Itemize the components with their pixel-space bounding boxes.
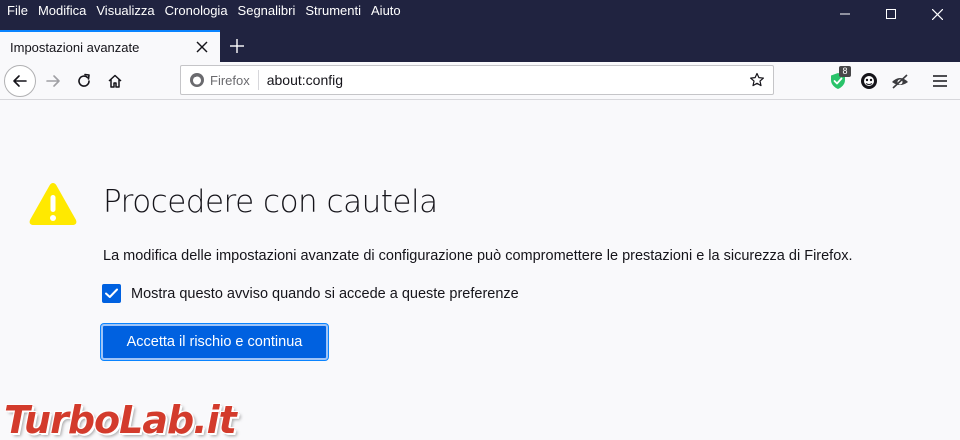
checkmark-icon	[105, 288, 118, 298]
home-icon	[108, 74, 122, 88]
plus-icon	[230, 39, 244, 53]
reload-button[interactable]	[68, 65, 100, 97]
warning-description: La modifica delle impostazioni avanzate …	[103, 248, 853, 264]
extension-shield-button[interactable]: 8	[823, 66, 853, 96]
warning-icon	[29, 183, 77, 225]
ghost-icon	[861, 73, 877, 89]
firefox-logo-icon	[190, 73, 204, 87]
new-tab-button[interactable]	[224, 33, 250, 59]
maximize-button[interactable]	[868, 0, 914, 28]
menu-segnalibri[interactable]: Segnalibri	[233, 0, 301, 22]
menu-file[interactable]: File	[0, 0, 33, 22]
window-controls	[822, 0, 960, 28]
page-content: Procedere con cautela La modifica delle …	[0, 101, 960, 440]
star-icon	[750, 72, 764, 87]
maximize-icon	[886, 9, 896, 19]
minimize-icon	[840, 13, 850, 15]
tab-title: Impostazioni avanzate	[10, 39, 140, 55]
page-title: Procedere con cautela	[103, 184, 438, 220]
url-bar[interactable]: Firefox about:config	[180, 65, 774, 95]
hidden-eye-icon	[892, 74, 908, 89]
arrow-left-icon	[13, 75, 27, 87]
show-warning-option: Mostra questo avviso quando si accede a …	[102, 284, 519, 303]
hamburger-menu-icon	[933, 75, 947, 87]
close-icon	[931, 8, 943, 20]
tab-active[interactable]: Impostazioni avanzate	[0, 30, 220, 62]
close-icon	[196, 41, 208, 53]
accept-risk-button[interactable]: Accetta il rischio e continua	[101, 324, 328, 360]
home-button[interactable]	[99, 65, 131, 97]
bookmark-star-button[interactable]	[743, 66, 771, 94]
menu-modifica[interactable]: Modifica	[33, 0, 91, 22]
reload-icon	[78, 73, 90, 87]
title-bar: File Modifica Visualizza Cronologia Segn…	[0, 0, 960, 62]
hamburger-menu-button[interactable]	[925, 66, 955, 96]
identity-label: Firefox	[210, 72, 250, 88]
forward-button[interactable]	[37, 65, 69, 97]
url-input[interactable]: about:config	[267, 72, 743, 88]
identity-box[interactable]: Firefox	[181, 70, 259, 90]
menu-cronologia[interactable]: Cronologia	[160, 0, 233, 22]
turbolab-watermark: TurboLab.it	[4, 398, 237, 440]
menu-aiuto[interactable]: Aiuto	[366, 0, 406, 22]
back-button[interactable]	[4, 65, 36, 97]
show-warning-checkbox[interactable]	[102, 284, 121, 303]
tab-close-button[interactable]	[190, 35, 214, 59]
menu-strumenti[interactable]: Strumenti	[300, 0, 366, 22]
menu-bar: File Modifica Visualizza Cronologia Segn…	[0, 0, 406, 22]
extension-badge: 8	[839, 66, 851, 77]
menu-visualizza[interactable]: Visualizza	[91, 0, 159, 22]
close-window-button[interactable]	[914, 0, 960, 28]
navigation-toolbar: Firefox about:config 8	[0, 62, 960, 100]
extension-eye-button[interactable]	[885, 66, 915, 96]
minimize-button[interactable]	[822, 0, 868, 28]
arrow-right-icon	[46, 75, 60, 87]
show-warning-label[interactable]: Mostra questo avviso quando si accede a …	[131, 286, 519, 302]
extension-ghost-button[interactable]	[854, 66, 884, 96]
